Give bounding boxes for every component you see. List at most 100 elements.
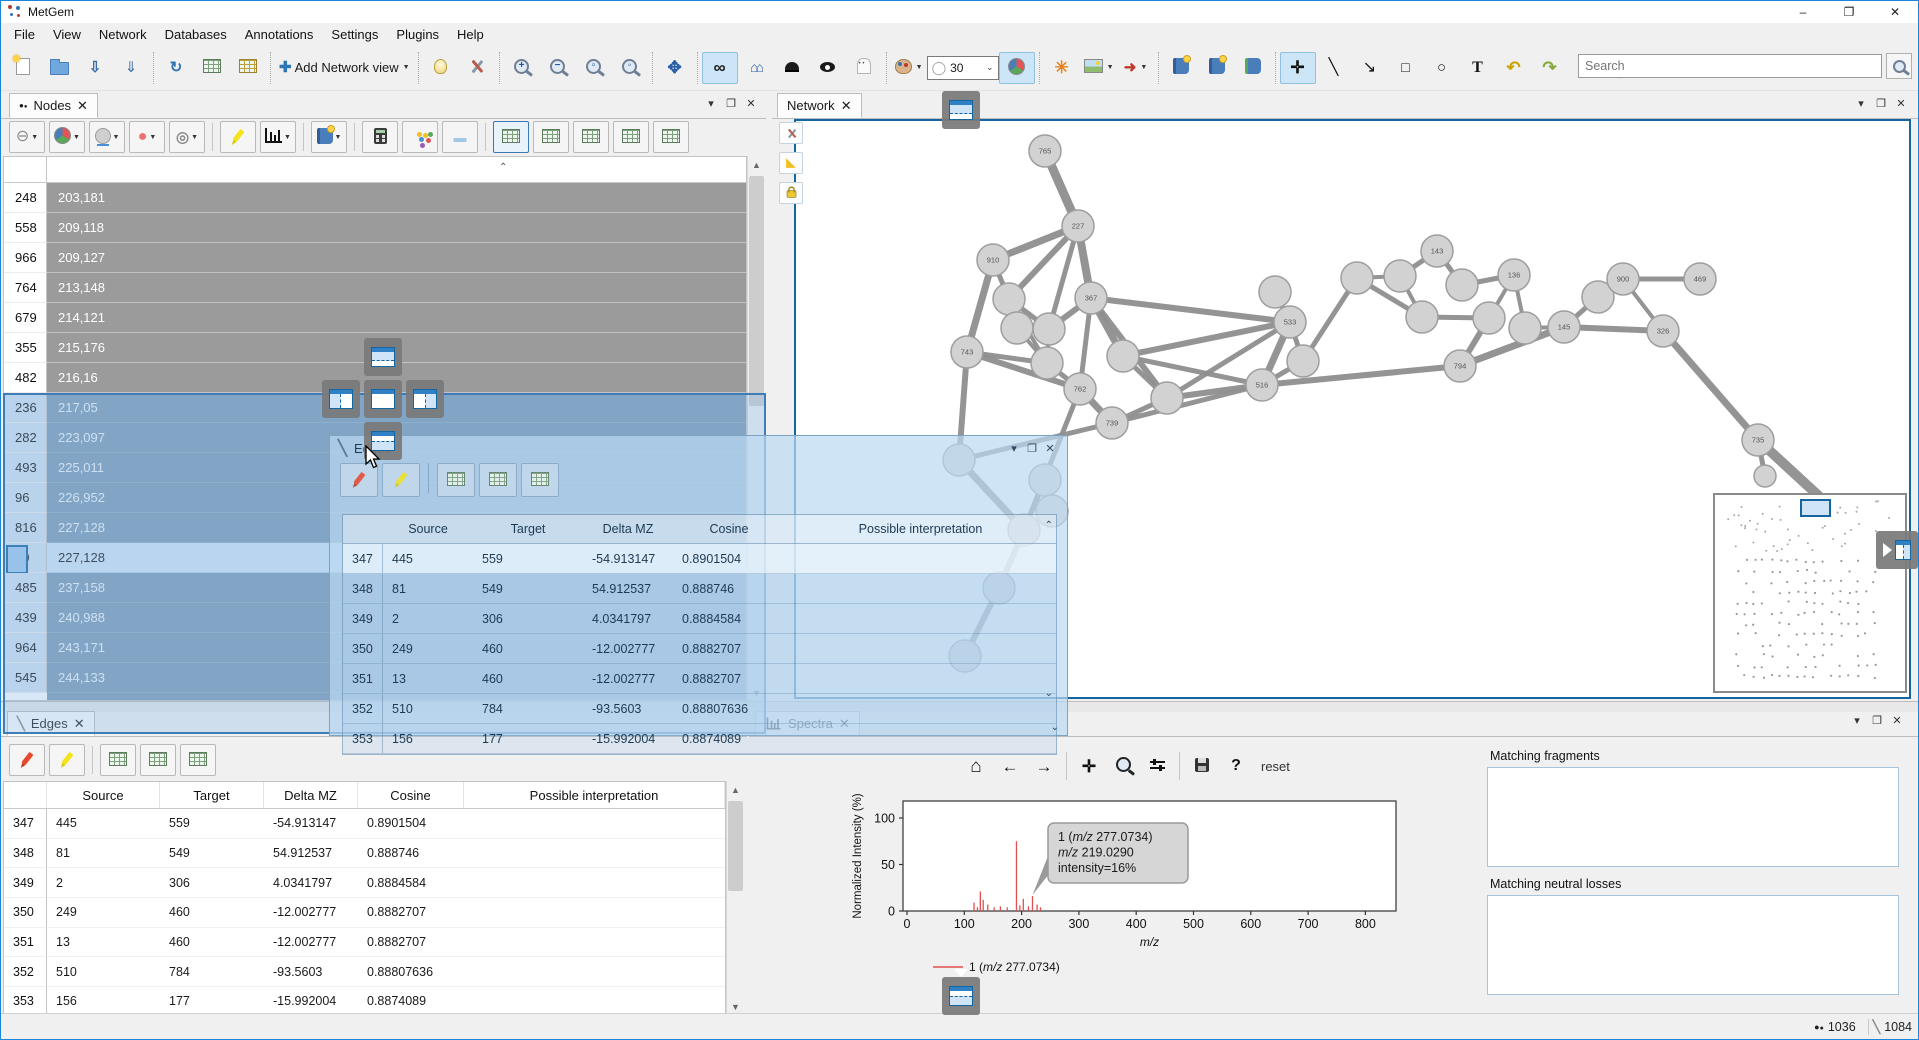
cell[interactable]: 784 [473,694,583,724]
graph-node[interactable]: 900 [1607,263,1639,295]
size-column-button[interactable]: ▼ [89,121,125,153]
spy-mode-button[interactable] [774,52,810,84]
annotation-text-button[interactable]: T [1460,52,1496,84]
save-figure-button[interactable] [1187,751,1217,781]
dock-indicator-center[interactable] [364,380,402,418]
floating-edges-table[interactable]: SourceTargetDelta MZCosinePossible inter… [342,514,1057,755]
bottom-dock-float-button[interactable]: ❐ [1867,712,1887,728]
nodes-dock-float-button[interactable]: ❐ [721,95,741,111]
cell[interactable]: 0.8882707 [673,664,785,694]
open-project-button[interactable] [41,52,77,84]
cell[interactable]: 13 [47,928,160,958]
table-row[interactable]: 764213,148 [4,273,746,303]
scroll-up-icon[interactable]: ⌃ [1045,520,1053,531]
nodes-tab-close-icon[interactable]: ✕ [77,98,88,114]
cell[interactable]: 510 [383,694,473,724]
search-input[interactable] [1578,54,1882,78]
graph-node[interactable]: 367 [1075,282,1107,314]
import-user-database-button[interactable] [1235,52,1271,84]
cell[interactable] [785,664,1056,694]
cell[interactable]: 445 [47,809,160,839]
network-tab-close-icon[interactable]: ✕ [841,98,852,114]
annotation-move-button[interactable]: ✛ [1280,52,1316,84]
zoom-region-button[interactable]: ▫ [576,52,612,84]
row-header[interactable]: 764 [4,273,47,303]
column-header[interactable] [343,515,383,543]
show-neighbors-button[interactable]: ⌂⌂ [738,52,774,84]
dock-indicator-network-top[interactable] [942,91,980,129]
dock-indicator-bottom-area[interactable] [942,977,980,1015]
table-row[interactable]: 352510784-93.56030.88807636 [343,694,1056,724]
scroll-up-icon[interactable]: ▲ [748,156,765,173]
floating-close-button[interactable]: ✕ [1041,442,1059,455]
column-header[interactable]: Possible interpretation [785,515,1056,543]
cell[interactable]: 559 [473,544,583,574]
row-header[interactable]: 482 [4,363,47,393]
cell[interactable]: 0.8882707 [358,898,464,928]
menu-network[interactable]: Network [90,25,156,44]
node-size-combo[interactable]: ◯30⌄ [927,56,999,80]
edges-table-scrollbar[interactable]: ▲ ▼ [726,781,744,1015]
table-row[interactable]: 353156177-15.9920040.8874089 [343,724,1056,754]
cell[interactable]: 0.888746 [358,839,464,869]
cell[interactable]: -93.5603 [583,694,673,724]
cell[interactable] [464,987,725,1015]
row-header[interactable]: 248 [4,183,47,213]
cell[interactable]: -15.992004 [264,987,358,1015]
undo-button[interactable]: ↶ [1496,52,1532,84]
table-view-2-button[interactable] [140,744,176,776]
highlight-red-button[interactable] [9,744,45,776]
graph-node[interactable]: 762 [1064,373,1096,405]
row-header[interactable]: 353 [4,987,47,1015]
graph-node[interactable]: 469 [1684,263,1716,295]
cell[interactable]: 81 [383,574,473,604]
column-header[interactable]: Cosine [358,782,464,808]
matching-neutral-losses-box[interactable] [1487,895,1899,995]
table-row[interactable]: 350249460-12.0027770.8882707 [343,634,1056,664]
redo-button[interactable]: ↷ [1532,52,1568,84]
table-row[interactable]: 350249460-12.0027770.8882707 [4,898,725,928]
cell[interactable]: 0.88807636 [673,694,785,724]
column-header[interactable]: Target [473,515,583,543]
cell[interactable]: -54.913147 [264,809,358,839]
link-selection-button[interactable]: ∞ [702,52,738,84]
layout-button[interactable]: ✳ [1044,52,1080,84]
table-row[interactable]: 3488154954.9125370.888746 [4,839,725,869]
row-header[interactable]: 348 [343,574,383,604]
import-metadata-button[interactable] [194,52,230,84]
graph-node[interactable] [993,283,1025,315]
cell[interactable] [464,928,725,958]
zoom-rect-button[interactable] [1108,751,1138,781]
graph-node[interactable]: 145 [1548,311,1580,343]
pan-button[interactable]: ✛ [1074,751,1104,781]
graph-node[interactable] [1384,260,1416,292]
floating-title-bar[interactable]: ╲ Edges ▾ ❐ ✕ [330,436,1067,461]
node-color-button[interactable]: ▼ [891,52,927,84]
graph-node[interactable]: 516 [1246,369,1278,401]
mz-cell[interactable]: 209,127 [47,243,746,273]
cell[interactable]: 0.8882707 [358,928,464,958]
export-image-button[interactable]: ▼ [1080,52,1118,84]
table-view-3-button[interactable] [180,744,216,776]
graph-node[interactable]: 765 [1029,135,1061,167]
cell[interactable]: 156 [47,987,160,1015]
cell[interactable] [785,544,1056,574]
nodes-dock-close-button[interactable]: ✕ [741,95,761,111]
add-columns-by-formulae-button[interactable] [362,121,398,153]
table-view-3-button[interactable] [521,463,559,497]
graph-node[interactable] [1473,302,1505,334]
graph-node[interactable] [1754,465,1776,487]
add-network-view-button[interactable]: ✚Add Network view▼ [275,52,414,84]
row-header[interactable]: 351 [4,928,47,958]
column-header[interactable]: Target [160,782,264,808]
graph-node[interactable]: 533 [1274,306,1306,338]
graph-node[interactable]: 227 [1062,210,1094,242]
cell[interactable]: -54.913147 [583,544,673,574]
cell[interactable] [464,898,725,928]
cell[interactable]: 306 [473,604,583,634]
menu-databases[interactable]: Databases [156,25,236,44]
graph-node[interactable] [1446,269,1478,301]
graph-node[interactable] [1107,340,1139,372]
menu-annotations[interactable]: Annotations [236,25,323,44]
import-group-mapping-button[interactable] [230,52,266,84]
